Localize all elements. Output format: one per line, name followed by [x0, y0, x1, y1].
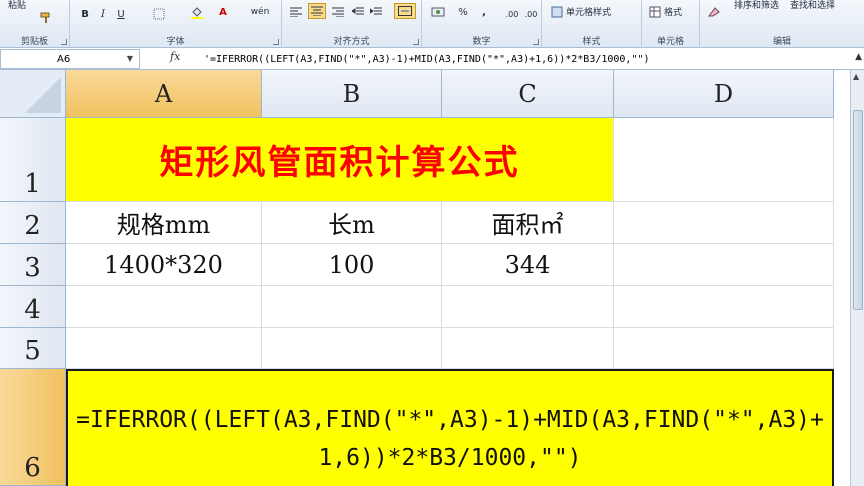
clipboard-group: 粘贴 剪贴板	[0, 0, 70, 48]
expand-formula-bar-icon[interactable]: ▲	[855, 52, 862, 62]
borders-icon[interactable]	[150, 6, 168, 22]
cell-a3[interactable]: 1400*320	[66, 244, 262, 286]
cell-d1[interactable]	[614, 118, 834, 202]
cell-b4[interactable]	[262, 286, 442, 328]
comma-button[interactable]: ,	[478, 4, 490, 20]
cell-b5[interactable]	[262, 328, 442, 369]
font-color-button[interactable]: A	[216, 4, 230, 20]
row-header-2[interactable]: 2	[0, 202, 66, 244]
name-box-dropdown-icon[interactable]: ▼	[127, 54, 133, 63]
italic-button[interactable]: I	[96, 6, 110, 22]
cell-d2[interactable]	[614, 202, 834, 244]
format-button[interactable]: 格式	[664, 5, 682, 18]
align-center-icon[interactable]	[308, 3, 326, 19]
row-header-4[interactable]: 4	[0, 286, 66, 328]
formula-bar: A6 ▼ fx '=IFERROR((LEFT(A3,FIND("*",A3)-…	[0, 48, 864, 70]
column-header-c[interactable]: C	[442, 70, 614, 118]
row-header-5[interactable]: 5	[0, 328, 66, 369]
insert-function-button[interactable]: fx	[170, 50, 180, 63]
column-header-d[interactable]: D	[614, 70, 834, 118]
cell-b3[interactable]: 100	[262, 244, 442, 286]
increase-decimal-button[interactable]: .00	[502, 6, 522, 22]
decrease-decimal-button[interactable]: .00	[522, 6, 540, 22]
alignment-label: 对齐方式	[333, 37, 370, 47]
cell-a5[interactable]	[66, 328, 262, 369]
cell-c4[interactable]	[442, 286, 614, 328]
number-group: % , .00 .00 数字	[422, 0, 542, 48]
format-icon[interactable]	[648, 4, 662, 20]
decrease-indent-icon[interactable]	[350, 4, 366, 20]
title-cell-a1[interactable]: 矩形风管面积计算公式	[66, 118, 614, 202]
phonetic-button[interactable]: wén	[248, 4, 272, 20]
column-header-b[interactable]: B	[262, 70, 442, 118]
bold-button[interactable]: B	[78, 6, 92, 22]
name-box[interactable]: A6 ▼	[0, 49, 140, 69]
cell-styles-icon[interactable]	[550, 4, 564, 20]
cells-label: 单元格	[656, 37, 684, 47]
sort-filter-button[interactable]: 排序和筛选	[734, 0, 779, 11]
cell-a6-formula-text: =IFERROR((LEFT(A3,FIND("*",A3)-1)+MID(A3…	[76, 407, 824, 471]
cell-d5[interactable]	[614, 328, 834, 369]
format-painter-icon[interactable]	[38, 10, 54, 26]
underline-button[interactable]: U	[114, 6, 128, 22]
font-label: 字体	[166, 37, 185, 47]
formula-input[interactable]: '=IFERROR((LEFT(A3,FIND("*",A3)-1)+MID(A…	[200, 49, 850, 69]
ribbon: 粘贴 剪贴板 B I U A wén 字体 对齐方式 % , .00 .00 数…	[0, 0, 864, 48]
editing-group: 排序和筛选 查找和选择 编辑	[700, 0, 864, 48]
cells-group: 格式 单元格	[642, 0, 700, 48]
column-header-a[interactable]: A	[66, 70, 262, 118]
cell-b2[interactable]: 长m	[262, 202, 442, 244]
merge-center-icon[interactable]	[394, 3, 416, 19]
align-right-icon[interactable]	[330, 4, 346, 20]
alignment-group: 对齐方式	[282, 0, 422, 48]
cell-c5[interactable]	[442, 328, 614, 369]
styles-label: 样式	[582, 37, 601, 47]
styles-group: 单元格样式 样式	[542, 0, 642, 48]
select-all-icon	[25, 77, 61, 113]
cell-a2[interactable]: 规格mm	[66, 202, 262, 244]
scroll-up-icon[interactable]: ▲	[853, 72, 859, 81]
percent-button[interactable]: %	[456, 4, 470, 20]
clear-icon[interactable]	[706, 4, 722, 20]
scrollbar-thumb[interactable]	[853, 110, 863, 310]
align-left-icon[interactable]	[288, 4, 304, 20]
paste-button[interactable]: 粘贴	[8, 0, 26, 11]
cell-styles-button[interactable]: 单元格样式	[566, 5, 611, 18]
editing-label: 编辑	[772, 37, 791, 47]
cell-d3[interactable]	[614, 244, 834, 286]
font-launcher-icon[interactable]	[273, 39, 279, 45]
name-box-value: A6	[57, 53, 71, 65]
cell-a4[interactable]	[66, 286, 262, 328]
fill-color-icon[interactable]	[188, 4, 206, 20]
row-header-1[interactable]: 1	[0, 118, 66, 202]
selected-cell-a6[interactable]: =IFERROR((LEFT(A3,FIND("*",A3)-1)+MID(A3…	[66, 369, 834, 486]
find-select-button[interactable]: 查找和选择	[790, 0, 835, 11]
row-header-6[interactable]: 6	[0, 369, 66, 486]
clipboard-label: 剪贴板	[20, 37, 48, 47]
select-all-button[interactable]	[0, 70, 66, 118]
number-label: 数字	[472, 37, 491, 47]
number-launcher-icon[interactable]	[533, 39, 539, 45]
row-header-3[interactable]: 3	[0, 244, 66, 286]
cell-c2[interactable]: 面积㎡	[442, 202, 614, 244]
accounting-format-icon[interactable]	[428, 4, 448, 20]
alignment-launcher-icon[interactable]	[413, 39, 419, 45]
cell-d4[interactable]	[614, 286, 834, 328]
font-group: B I U A wén 字体	[70, 0, 282, 48]
increase-indent-icon[interactable]	[368, 4, 384, 20]
cell-c3[interactable]: 344	[442, 244, 614, 286]
vertical-scrollbar[interactable]: ▲	[850, 70, 864, 486]
worksheet-grid: A B C D 1 2 3 4 5 6 矩形风管面积计算公式 规格mm 长m 面…	[0, 70, 850, 486]
clipboard-launcher-icon[interactable]	[61, 39, 67, 45]
